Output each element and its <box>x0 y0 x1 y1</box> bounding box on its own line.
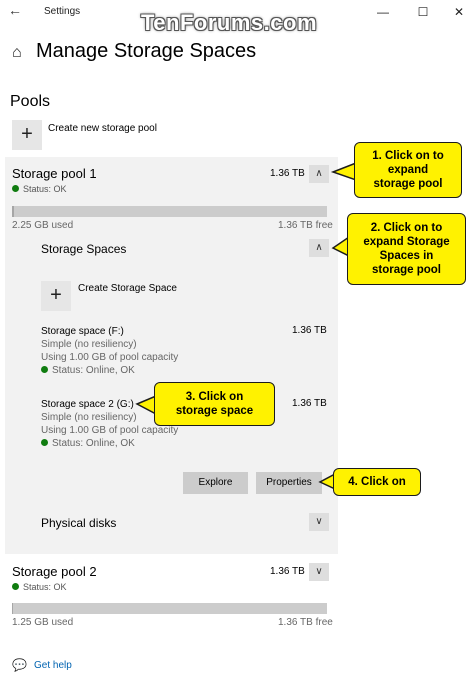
callout-1-line: expand <box>387 164 429 176</box>
callout-1-line: 1. Click on to <box>372 150 444 162</box>
callout-3-line: storage space <box>175 405 254 417</box>
callout-2-line: 2. Click on to <box>370 222 443 234</box>
callout-2-line: expand Storage <box>363 236 450 248</box>
callout-1-line: storage pool <box>373 178 443 190</box>
callout-1: 1. Click on to expand storage pool <box>354 142 462 198</box>
callout-1-pointer <box>330 161 357 182</box>
callout-4: 4. Click on <box>333 468 421 496</box>
callout-2-line: storage pool <box>371 264 441 276</box>
callout-arrows <box>135 161 357 491</box>
callout-3-line: 3. Click on <box>185 391 244 403</box>
callout-3: 3. Click on storage space <box>154 382 275 426</box>
callout-2: 2. Click on to expand Storage Spaces in … <box>347 213 466 285</box>
callout-2-line: Spaces in <box>379 250 434 262</box>
callout-4-line: 4. Click on <box>348 476 406 488</box>
